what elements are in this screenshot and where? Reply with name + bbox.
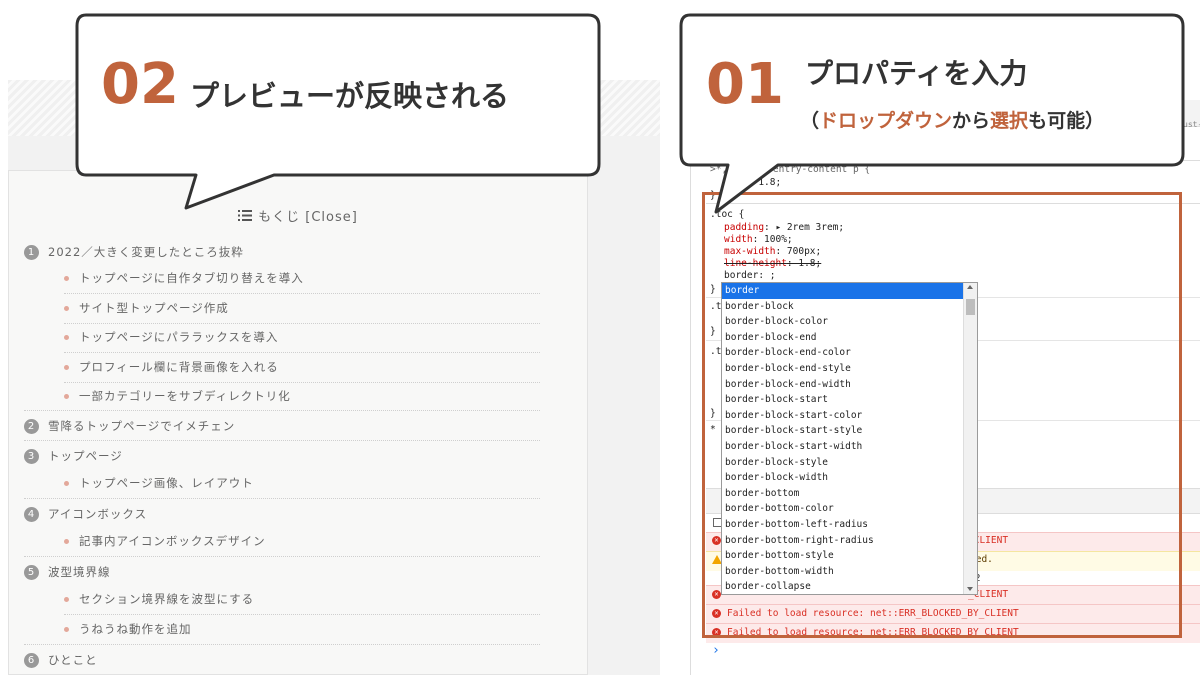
sub-mid: から	[952, 110, 991, 132]
toc-section-1[interactable]: 1 2022／大きく変更したところ抜粋	[24, 244, 244, 260]
bullet-icon	[64, 276, 69, 281]
autocomplete-option[interactable]: border-block-color	[722, 314, 977, 330]
sub-label: プロフィール欄に背景画像を入れる	[79, 360, 279, 374]
toc-section-3[interactable]: 3 トップページ	[24, 448, 123, 464]
autocomplete-option[interactable]: border-block-start	[722, 392, 977, 408]
toc-section-4[interactable]: 4 アイコンボックス	[24, 506, 147, 522]
highlight-dropdown: ドロップダウン	[819, 110, 953, 132]
section-number: 1	[24, 245, 39, 260]
sub-label: トップページにパララックスを導入	[79, 330, 279, 344]
sub-label: トップページ画像、レイアウト	[79, 476, 254, 490]
callout-02-text: プレビューが反映される	[190, 79, 510, 113]
divider	[24, 410, 540, 411]
divider	[24, 644, 540, 645]
sub-label: うねうね動作を追加	[79, 622, 192, 636]
scroll-thumb[interactable]	[966, 299, 975, 315]
autocomplete-list: border border-block border-block-color bord…	[722, 283, 977, 594]
toc-sub-item[interactable]: セクション境界線を波型にする	[64, 591, 540, 615]
section-label: 2022／大きく変更したところ抜粋	[48, 245, 244, 259]
bullet-icon	[64, 335, 69, 340]
section-number: 6	[24, 653, 39, 668]
console-prompt[interactable]: ›	[712, 643, 720, 658]
autocomplete-option[interactable]: border-block-start-width	[722, 439, 977, 455]
bullet-icon	[64, 306, 69, 311]
divider	[24, 556, 540, 557]
dropdown-scrollbar[interactable]	[963, 283, 977, 594]
toc-sub-item[interactable]: トップページ画像、レイアウト	[64, 475, 540, 498]
bullet-icon	[64, 394, 69, 399]
toc-sub-item[interactable]: サイト型トップページ作成	[64, 300, 540, 324]
sub-label: サイト型トップページ作成	[79, 301, 229, 315]
autocomplete-option[interactable]: border-block-end-color	[722, 345, 977, 361]
autocomplete-option[interactable]: border-block-width	[722, 470, 977, 486]
list-icon	[238, 210, 253, 225]
sub-label: 記事内アイコンボックスデザイン	[79, 534, 266, 548]
bullet-icon	[64, 627, 69, 632]
autocomplete-option[interactable]: border-bottom	[722, 486, 977, 502]
callout-01-subtext: （ドロップダウンから選択も可能）	[800, 106, 1104, 133]
section-number: 5	[24, 565, 39, 580]
section-number: 4	[24, 507, 39, 522]
toc-sub-item[interactable]: 一部カテゴリーをサブディレクトリ化	[64, 388, 540, 411]
section-label: トップページ	[48, 449, 123, 463]
scroll-down-icon[interactable]	[967, 587, 973, 591]
paren-open: （	[800, 110, 820, 132]
autocomplete-option[interactable]: border-block-start-color	[722, 408, 977, 424]
toc-section-6[interactable]: 6 ひとこと	[24, 652, 98, 668]
step-number-01: 01	[706, 52, 784, 117]
autocomplete-option[interactable]: border-bottom-left-radius	[722, 517, 977, 533]
toc-title-text: もくじ [Close]	[258, 210, 358, 225]
bullet-icon	[64, 539, 69, 544]
autocomplete-option[interactable]: border	[722, 283, 977, 299]
autocomplete-option[interactable]: border-block-end-width	[722, 377, 977, 393]
autocomplete-option[interactable]: border-block-end-style	[722, 361, 977, 377]
sub-close: も可能）	[1028, 110, 1105, 132]
scroll-up-icon[interactable]	[967, 285, 973, 289]
callout-01-text: プロパティを入力	[805, 57, 1028, 90]
toc-sub-item[interactable]: 記事内アイコンボックスデザイン	[64, 533, 540, 556]
divider	[24, 498, 540, 499]
bullet-icon	[64, 481, 69, 486]
toc-section-2[interactable]: 2 雪降るトップページでイメチェン	[24, 418, 235, 434]
autocomplete-option[interactable]: border-collapse	[722, 579, 977, 594]
toc-section-5[interactable]: 5 波型境界線	[24, 564, 111, 580]
toc-sub-item[interactable]: プロフィール欄に背景画像を入れる	[64, 359, 540, 383]
divider	[24, 440, 540, 441]
toc-sub-item[interactable]: うねうね動作を追加	[64, 621, 540, 644]
autocomplete-option[interactable]: border-bottom-style	[722, 548, 977, 564]
section-label: 雪降るトップページでイメチェン	[48, 419, 236, 433]
bullet-icon	[64, 597, 69, 602]
autocomplete-option[interactable]: border-block	[722, 299, 977, 315]
toc-sub-item[interactable]: トップページにパララックスを導入	[64, 329, 540, 353]
sub-label: 一部カテゴリーをサブディレクトリ化	[79, 389, 291, 403]
sub-label: セクション境界線を波型にする	[79, 592, 255, 606]
autocomplete-option[interactable]: border-bottom-right-radius	[722, 533, 977, 549]
autocomplete-option[interactable]: border-block-start-style	[722, 423, 977, 439]
section-label: 波型境界線	[48, 565, 111, 579]
autocomplete-option[interactable]: border-block-end	[722, 330, 977, 346]
highlight-select: 選択	[990, 110, 1029, 132]
autocomplete-option[interactable]: border-block-style	[722, 455, 977, 471]
autocomplete-dropdown[interactable]: border border-block border-block-color bord…	[721, 282, 978, 595]
step-number-02: 02	[101, 52, 179, 117]
section-number: 3	[24, 449, 39, 464]
section-label: アイコンボックス	[48, 507, 148, 521]
section-number: 2	[24, 419, 39, 434]
autocomplete-option[interactable]: border-bottom-width	[722, 564, 977, 580]
section-label: ひとこと	[48, 653, 98, 667]
autocomplete-option[interactable]: border-bottom-color	[722, 501, 977, 517]
bullet-icon	[64, 365, 69, 370]
toc-sub-item[interactable]: トップページに自作タブ切り替えを導入	[64, 270, 540, 294]
sub-label: トップページに自作タブ切り替えを導入	[79, 271, 304, 285]
